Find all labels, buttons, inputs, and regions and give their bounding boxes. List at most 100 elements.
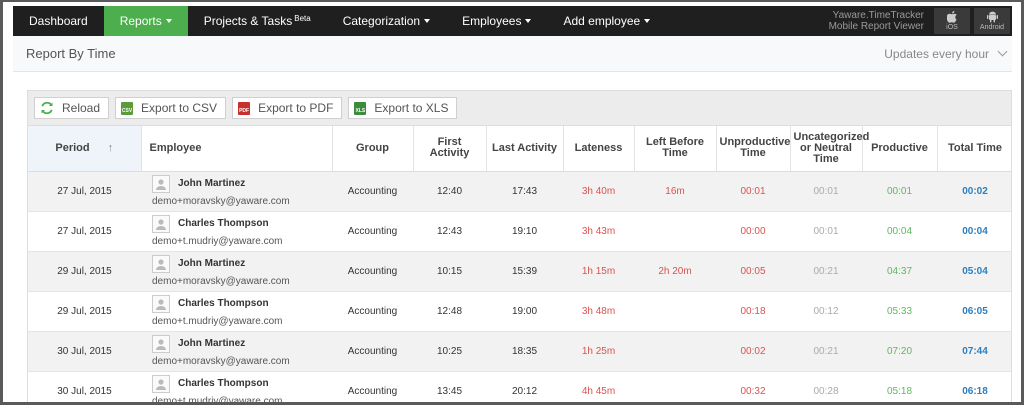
cell-total-time[interactable]: 05:04 — [937, 251, 1011, 292]
export-xls-label: Export to XLS — [374, 101, 449, 115]
ios-label: iOS — [946, 24, 958, 31]
cell-unproductive: 00:32 — [716, 371, 790, 402]
nav-dashboard-label: Dashboard — [29, 14, 88, 28]
employee-text: Charles Thompson demo+t.mudriy@yaware.com — [152, 295, 282, 328]
cell-group: Accounting — [332, 291, 413, 332]
cell-productive: 04:37 — [862, 251, 937, 292]
mobile-viewer-line1: Yaware.TimeTracker — [832, 10, 924, 21]
column-header-last-activity[interactable]: Last Activity — [486, 126, 564, 172]
cell-neutral: 00:21 — [790, 251, 862, 292]
cell-period: 27 Jul, 2015 — [28, 171, 141, 212]
mobile-viewer-text: Yaware.TimeTracker Mobile Report Viewer — [829, 6, 932, 36]
column-header-first-activity[interactable]: First Activity — [413, 126, 487, 172]
employee-email: demo+moravsky@yaware.com — [152, 355, 290, 367]
cell-left-before-time: 16m — [634, 171, 716, 212]
avatar — [152, 174, 170, 193]
cell-unproductive: 00:00 — [716, 211, 790, 252]
cell-total-time[interactable]: 06:18 — [937, 371, 1011, 402]
cell-period: 30 Jul, 2015 — [28, 371, 141, 402]
cell-productive: 05:18 — [862, 371, 937, 402]
android-app-button[interactable]: Android — [974, 8, 1010, 34]
user-icon — [156, 298, 166, 310]
cell-neutral: 00:01 — [790, 211, 862, 252]
cell-total-time[interactable]: 00:02 — [937, 171, 1011, 212]
employee-name[interactable]: John Martinez — [178, 177, 290, 190]
table-row[interactable]: 29 Jul, 2015 John Martinez demo+moravsky@y… — [28, 251, 1011, 292]
nav-employees-label: Employees — [462, 14, 522, 28]
nav-add-employee[interactable]: Add employee — [547, 6, 666, 36]
nav-dashboard[interactable]: Dashboard — [13, 6, 104, 36]
cell-employee: Charles Thompson demo+t.mudriy@yaware.com — [141, 211, 332, 252]
nav-reports-label: Reports — [119, 14, 162, 28]
employee-name[interactable]: Charles Thompson — [178, 377, 282, 390]
apple-icon — [947, 11, 957, 23]
employee-name[interactable]: John Martinez — [178, 337, 290, 350]
xls-file-icon: XLS — [354, 101, 367, 115]
table-row[interactable]: 27 Jul, 2015 John Martinez demo+moravsky@y… — [28, 171, 1011, 212]
export-csv-button[interactable]: CSV Export to CSV — [115, 97, 227, 119]
column-header-period[interactable]: Period ↑ — [28, 126, 142, 172]
column-header-productive[interactable]: Productive — [862, 126, 938, 172]
cell-last-activity: 19:10 — [486, 211, 563, 252]
cell-group: Accounting — [332, 371, 413, 402]
export-pdf-button[interactable]: PDF Export to PDF — [232, 97, 343, 119]
employee-text: Charles Thompson demo+t.mudriy@yaware.com — [152, 215, 282, 248]
page-header: Report By Time Updates every hour — [13, 36, 1012, 72]
column-header-employee[interactable]: Employee — [141, 126, 333, 172]
column-header-group[interactable]: Group — [332, 126, 414, 172]
cell-neutral: 00:21 — [790, 331, 862, 372]
avatar — [152, 294, 170, 313]
cell-employee: John Martinez demo+moravsky@yaware.com — [141, 171, 332, 212]
report-toolbar: Reload CSV Export to CSV PDF Export to P… — [28, 91, 1011, 126]
employee-info: John Martinez demo+moravsky@yaware.com — [144, 254, 329, 288]
table-row[interactable]: 27 Jul, 2015 Charles Thompson demo+t.mudri… — [28, 211, 1011, 252]
employee-name[interactable]: John Martinez — [178, 257, 290, 270]
caret-down-icon — [525, 19, 532, 23]
export-xls-button[interactable]: XLS Export to XLS — [348, 97, 458, 119]
column-header-lateness[interactable]: Lateness — [563, 126, 635, 172]
employee-text: John Martinez demo+moravsky@yaware.com — [152, 335, 290, 368]
column-header-left-before-time[interactable]: Left Before Time — [634, 126, 717, 172]
export-pdf-label: Export to PDF — [258, 101, 334, 115]
table-header-row: Period ↑ Employee Group First Activity La… — [28, 126, 1011, 172]
nav-categorization[interactable]: Categorization — [327, 6, 446, 36]
employee-email: demo+t.mudriy@yaware.com — [152, 395, 283, 405]
cell-first-activity: 12:40 — [413, 171, 486, 212]
cell-unproductive: 00:05 — [716, 251, 790, 292]
user-icon — [156, 258, 166, 270]
cell-employee: Charles Thompson demo+t.mudriy@yaware.com — [141, 291, 332, 332]
employee-text: John Martinez demo+moravsky@yaware.com — [152, 255, 290, 288]
reload-button[interactable]: Reload — [34, 97, 110, 119]
cell-first-activity: 12:43 — [413, 211, 486, 252]
avatar — [152, 334, 170, 353]
cell-unproductive: 00:01 — [716, 171, 790, 212]
nav-reports[interactable]: Reports — [103, 6, 188, 36]
nav-employees[interactable]: Employees — [446, 6, 547, 36]
employee-info: Charles Thompson demo+t.mudriy@yaware.com — [144, 214, 329, 248]
table-row[interactable]: 29 Jul, 2015 Charles Thompson demo+t.mudri… — [28, 291, 1011, 332]
cell-productive: 00:04 — [862, 211, 937, 252]
cell-group: Accounting — [332, 211, 413, 252]
ios-app-button[interactable]: iOS — [934, 8, 970, 34]
table-row[interactable]: 30 Jul, 2015 John Martinez demo+moravsky@y… — [28, 331, 1011, 372]
beta-badge: Beta — [294, 13, 311, 23]
update-frequency-dropdown[interactable]: Updates every hour — [884, 47, 1012, 61]
mobile-viewer-line2: Mobile Report Viewer — [828, 21, 924, 32]
cell-total-time[interactable]: 00:04 — [937, 211, 1011, 252]
android-label: Android — [979, 24, 1005, 31]
table-row[interactable]: 30 Jul, 2015 Charles Thompson demo+t.mudri… — [28, 371, 1011, 405]
avatar — [152, 214, 170, 233]
employee-name[interactable]: Charles Thompson — [178, 297, 282, 310]
nav-projects-tasks[interactable]: Projects & Tasks Beta — [188, 6, 327, 36]
report-table: Period ↑ Employee Group First Activity La… — [28, 126, 1011, 405]
employee-name[interactable]: Charles Thompson — [178, 217, 282, 230]
employee-info: Charles Thompson demo+t.mudriy@yaware.com — [144, 374, 329, 405]
column-header-uncategorized-time[interactable]: Uncategorized or Neutral Time — [790, 126, 869, 172]
csv-file-icon: CSV — [121, 101, 134, 115]
cell-total-time[interactable]: 07:44 — [937, 331, 1011, 372]
cell-total-time[interactable]: 06:05 — [937, 291, 1011, 332]
column-header-total-time[interactable]: Total Time — [937, 126, 1011, 172]
user-icon — [156, 218, 166, 230]
column-header-unproductive-time[interactable]: Unproductive Time — [716, 126, 791, 172]
table-body: 27 Jul, 2015 John Martinez demo+moravsky@y… — [28, 171, 1011, 405]
